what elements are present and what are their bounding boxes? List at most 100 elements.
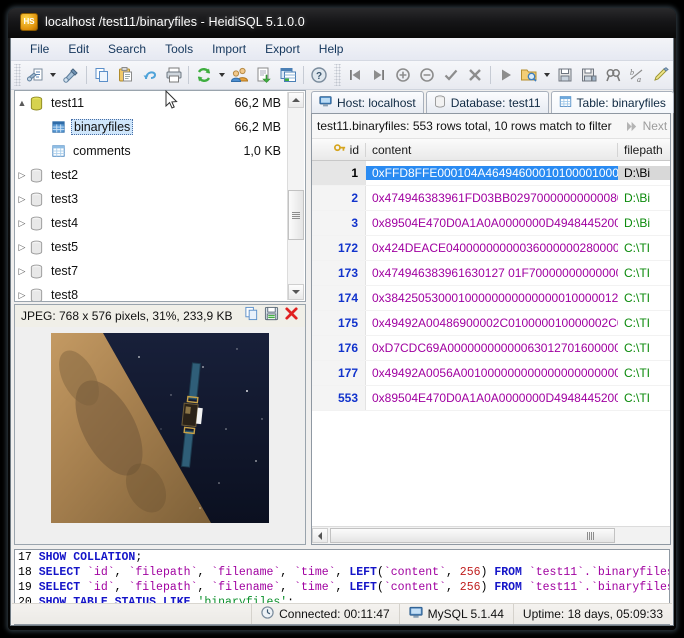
cell-id[interactable]: 2 bbox=[312, 186, 366, 210]
tree-item-test7[interactable]: ▷test7 bbox=[15, 259, 305, 283]
cell-content[interactable]: 0x89504E470D0A1A0A0000000D49484452000000… bbox=[366, 391, 618, 405]
cell-filepath[interactable]: C:\TI bbox=[618, 316, 670, 330]
expand-toggle[interactable]: ▷ bbox=[15, 266, 29, 277]
cell-id[interactable]: 553 bbox=[312, 386, 366, 410]
table-row[interactable]: 1760xD7CDC69A000000000000630127016000000… bbox=[312, 336, 670, 361]
last-row-icon[interactable] bbox=[367, 63, 391, 87]
grid-header-id[interactable]: id bbox=[312, 143, 366, 157]
menu-search[interactable]: Search bbox=[99, 39, 155, 59]
find-replace-icon[interactable] bbox=[601, 63, 625, 87]
tree-item-test11[interactable]: ▲test1166,2 MB bbox=[15, 91, 305, 115]
expand-toggle[interactable]: ▷ bbox=[15, 242, 29, 253]
cell-content[interactable]: 0x38425053000100000000000000010000012700… bbox=[366, 291, 618, 305]
sql-log-line[interactable]: 18 SELECT `id`, `filepath`, `filename`, … bbox=[15, 565, 669, 580]
scroll-down-button[interactable] bbox=[288, 284, 304, 300]
expand-toggle[interactable]: ▷ bbox=[15, 170, 29, 181]
undo-icon[interactable] bbox=[138, 63, 162, 87]
sql-log-line[interactable]: 19 SELECT `id`, `filepath`, `filename`, … bbox=[15, 580, 669, 595]
help-icon[interactable]: ? bbox=[307, 63, 331, 87]
save-file-icon[interactable] bbox=[553, 63, 577, 87]
grid-horizontal-scrollbar[interactable] bbox=[312, 526, 670, 544]
cell-content[interactable]: 0x49492A00486900002C010000010000002C0100… bbox=[366, 316, 618, 330]
sql-log-line[interactable]: 17 SHOW COLLATION; bbox=[15, 550, 669, 565]
delete-row-icon[interactable] bbox=[415, 63, 439, 87]
save-icon[interactable] bbox=[264, 306, 279, 326]
table-row[interactable]: 20x474946383961FD03BB0297000000000008000… bbox=[312, 186, 670, 211]
cell-id[interactable]: 177 bbox=[312, 361, 366, 385]
tree-item-test4[interactable]: ▷test4 bbox=[15, 211, 305, 235]
tree-item-binaryfiles[interactable]: binaryfiles66,2 MB bbox=[15, 115, 305, 139]
cell-content[interactable]: 0x424DEACE040000000000360000002800000063… bbox=[366, 241, 618, 255]
connect-icon[interactable] bbox=[59, 63, 83, 87]
copy-icon[interactable] bbox=[244, 306, 259, 326]
cell-id[interactable]: 3 bbox=[312, 211, 366, 235]
copy-icon[interactable] bbox=[90, 63, 114, 87]
menu-export[interactable]: Export bbox=[256, 39, 309, 59]
cell-id[interactable]: 176 bbox=[312, 336, 366, 360]
menu-file[interactable]: File bbox=[21, 39, 58, 59]
menu-edit[interactable]: Edit bbox=[59, 39, 98, 59]
hscroll-track[interactable] bbox=[328, 528, 670, 543]
cell-id[interactable]: 172 bbox=[312, 236, 366, 260]
tab-database[interactable]: Database: test11 bbox=[426, 91, 549, 113]
table-row[interactable]: 1750x49492A00486900002C010000010000002C0… bbox=[312, 311, 670, 336]
tree-item-test3[interactable]: ▷test3 bbox=[15, 187, 305, 211]
scroll-left-button[interactable] bbox=[312, 528, 328, 543]
apply-changes-icon[interactable] bbox=[439, 63, 463, 87]
grid-rows[interactable]: 10xFFD8FFE000104A46494600010100001000100… bbox=[312, 161, 670, 411]
cancel-changes-icon[interactable] bbox=[463, 63, 487, 87]
cell-content[interactable]: 0xD7CDC69A000000000000630127016000000000… bbox=[366, 341, 618, 355]
first-row-icon[interactable] bbox=[343, 63, 367, 87]
table-row[interactable]: 1740x38425053000100000000000000010000012… bbox=[312, 286, 670, 311]
paste-icon[interactable] bbox=[114, 63, 138, 87]
tab-host[interactable]: Host: localhost bbox=[311, 91, 424, 113]
expand-toggle[interactable]: ▷ bbox=[15, 290, 29, 301]
table-row[interactable]: 30x89504E470D0A1A0A0000000D4948445200000… bbox=[312, 211, 670, 236]
save-as-icon[interactable] bbox=[577, 63, 601, 87]
cell-content[interactable]: 0xFFD8FFE000104A464946000101000010001000… bbox=[366, 166, 618, 180]
cell-filepath[interactable]: C:\TI bbox=[618, 366, 670, 380]
tree-item-test2[interactable]: ▷test2 bbox=[15, 163, 305, 187]
tree-vertical-scrollbar[interactable] bbox=[287, 92, 304, 300]
cell-id[interactable]: 173 bbox=[312, 261, 366, 285]
cell-filepath[interactable]: C:\TI bbox=[618, 291, 670, 305]
user-manager-icon[interactable] bbox=[228, 63, 252, 87]
format-sql-icon[interactable]: b a bbox=[625, 63, 649, 87]
menu-help[interactable]: Help bbox=[310, 39, 353, 59]
next-button[interactable]: Next bbox=[626, 119, 668, 133]
export-data-icon[interactable] bbox=[252, 63, 276, 87]
cell-content[interactable]: 0x474946383961FD03BB02970000000000080000… bbox=[366, 191, 618, 205]
table-row[interactable]: 1770x49492A0056A001000000000000000000000… bbox=[312, 361, 670, 386]
cell-id[interactable]: 174 bbox=[312, 286, 366, 310]
cell-filepath[interactable]: D:\Bi bbox=[618, 166, 670, 180]
cell-id[interactable]: 1 bbox=[312, 161, 366, 185]
scroll-up-button[interactable] bbox=[288, 92, 304, 108]
refresh-icon[interactable] bbox=[192, 63, 216, 87]
open-dropdown-arrow[interactable] bbox=[541, 63, 553, 87]
cell-content[interactable]: 0x49492A0056A001000000000000000000000000… bbox=[366, 366, 618, 380]
cell-filepath[interactable]: C:\TI bbox=[618, 391, 670, 405]
expand-toggle[interactable]: ▷ bbox=[15, 194, 29, 205]
refresh-dropdown-arrow[interactable] bbox=[216, 63, 228, 87]
highlight-icon[interactable] bbox=[649, 63, 673, 87]
table-row[interactable]: 5530x89504E470D0A1A0A0000000D49484452000… bbox=[312, 386, 670, 411]
cell-filepath[interactable]: D:\Bi bbox=[618, 216, 670, 230]
toolbar-grip[interactable] bbox=[14, 64, 21, 86]
cell-id[interactable]: 175 bbox=[312, 311, 366, 335]
print-icon[interactable] bbox=[162, 63, 186, 87]
insert-row-icon[interactable] bbox=[391, 63, 415, 87]
close-icon[interactable] bbox=[284, 306, 299, 326]
table-row[interactable]: 1730x474946383961630127 01F7000000000000… bbox=[312, 261, 670, 286]
open-file-icon[interactable] bbox=[518, 63, 542, 87]
menu-tools[interactable]: Tools bbox=[156, 39, 202, 59]
grid-header-content[interactable]: content bbox=[366, 143, 618, 157]
database-tree[interactable]: ▲test1166,2 MBbinaryfiles66,2 MBcomments… bbox=[14, 90, 306, 302]
cell-filepath[interactable]: C:\TI bbox=[618, 341, 670, 355]
tree-item-test5[interactable]: ▷test5 bbox=[15, 235, 305, 259]
toolbar-grip-2[interactable] bbox=[334, 64, 341, 86]
hscroll-thumb[interactable] bbox=[330, 528, 615, 543]
cell-content[interactable]: 0x89504E470D0A1A0A0000000D49484452000004… bbox=[366, 216, 618, 230]
scroll-thumb[interactable] bbox=[288, 190, 304, 240]
session-dropdown-arrow[interactable] bbox=[47, 63, 59, 87]
session-manager-icon[interactable] bbox=[23, 63, 47, 87]
